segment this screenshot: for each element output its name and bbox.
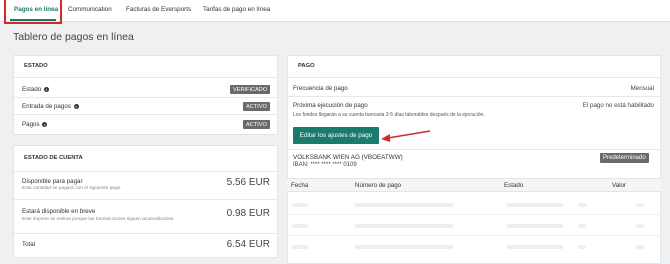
status-row-entrada: Entrada de pagos i	[22, 103, 79, 110]
status-card-title: ESTADO	[24, 63, 48, 69]
skeleton-placeholder	[578, 245, 586, 249]
status-card: ESTADO Estado i VERIFICADO Entrada de pa…	[13, 55, 278, 135]
status-row-label: Pagos	[22, 121, 40, 128]
available-amount: 5.56 EUR	[226, 177, 270, 188]
frequency-label: Frecuencia de pago	[293, 85, 348, 92]
bank-iban: IBAN: **** **** **** 0109	[293, 162, 357, 168]
available-title: Disponible para pagar	[22, 178, 83, 185]
skeleton-placeholder	[355, 224, 453, 228]
info-icon[interactable]: i	[42, 121, 48, 127]
status-row-pagos: Pagos i	[22, 121, 48, 128]
next-execution-label: Próxima ejecución de pago	[293, 102, 368, 109]
divider	[287, 235, 661, 236]
status-card-header: ESTADO	[14, 56, 277, 78]
next-execution-value: El pago no está habilitado	[582, 102, 654, 109]
skeleton-placeholder	[292, 245, 308, 249]
column-header-valor[interactable]: Valor	[612, 182, 626, 189]
annotation-highlight-box	[4, 0, 62, 24]
page-title: Tablero de pagos en línea	[13, 31, 134, 43]
divider	[287, 149, 661, 150]
payments-table-header: Fecha Número de pago Estado Valor	[287, 178, 661, 192]
payment-card-title: PAGO	[298, 63, 315, 69]
status-row-estado: Estado i	[22, 86, 49, 93]
divider	[14, 199, 277, 200]
info-icon[interactable]: i	[44, 86, 49, 92]
soon-subtitle: Este importe se estima porque las transa…	[22, 217, 174, 222]
column-header-fecha[interactable]: Fecha	[291, 182, 308, 189]
soon-amount: 0.98 EUR	[226, 208, 270, 219]
edit-payment-settings-button[interactable]: Editar los ajustes de pago	[293, 127, 379, 144]
skeleton-placeholder	[507, 203, 563, 207]
skeleton-placeholder	[578, 203, 586, 207]
divider	[14, 114, 277, 115]
tab-tarifas-pago[interactable]: Tarifas de pago en línea	[203, 6, 270, 13]
skeleton-placeholder	[292, 203, 308, 207]
next-execution-note: Los fondos llegarán a su cuenta bancaria…	[293, 112, 485, 118]
skeleton-placeholder	[636, 203, 644, 207]
skeleton-placeholder	[355, 203, 453, 207]
frequency-value: Mensual	[630, 85, 654, 92]
tab-communication[interactable]: Communication	[68, 6, 112, 13]
status-badge: ACTIVO	[243, 120, 270, 129]
skeleton-placeholder	[292, 224, 308, 228]
annotation-arrow-icon	[381, 130, 431, 142]
status-row-label: Estado	[22, 86, 42, 93]
total-title: Total	[22, 241, 36, 248]
column-header-estado[interactable]: Estado	[504, 182, 523, 189]
skeleton-placeholder	[636, 224, 644, 228]
skeleton-placeholder	[355, 245, 453, 249]
column-header-numero[interactable]: Número de pago	[355, 182, 401, 189]
tab-facturas-eversports[interactable]: Facturas de Eversports	[126, 6, 191, 13]
status-badge: VERIFICADO	[230, 85, 271, 94]
skeleton-placeholder	[578, 224, 586, 228]
soon-title: Estará disponible en breve	[22, 208, 96, 215]
divider	[14, 97, 277, 98]
payment-card-header: PAGO	[288, 56, 660, 78]
account-card-header: ESTADO DE CUENTA	[14, 146, 277, 172]
status-row-label: Entrada de pagos	[22, 103, 71, 110]
status-badge: ACTIVO	[243, 102, 270, 111]
divider	[287, 96, 661, 97]
total-amount: 6.54 EUR	[226, 239, 270, 250]
skeleton-placeholder	[507, 245, 563, 249]
account-card-title: ESTADO DE CUENTA	[24, 155, 83, 161]
account-balance-card: ESTADO DE CUENTA Disponible para pagar E…	[13, 145, 278, 258]
info-icon[interactable]: i	[73, 103, 79, 109]
default-badge: Predeterminado	[600, 153, 649, 163]
available-subtitle: Esta cantidad se pagará con el siguiente…	[22, 186, 121, 191]
skeleton-placeholder	[507, 224, 563, 228]
divider	[287, 214, 661, 215]
divider	[14, 233, 277, 234]
skeleton-placeholder	[636, 245, 644, 249]
top-navigation: Pagos en línea Communication Facturas de…	[0, 0, 670, 22]
bank-name: VOLKSBANK WIEN AG (VBOEATWW)	[293, 154, 403, 161]
